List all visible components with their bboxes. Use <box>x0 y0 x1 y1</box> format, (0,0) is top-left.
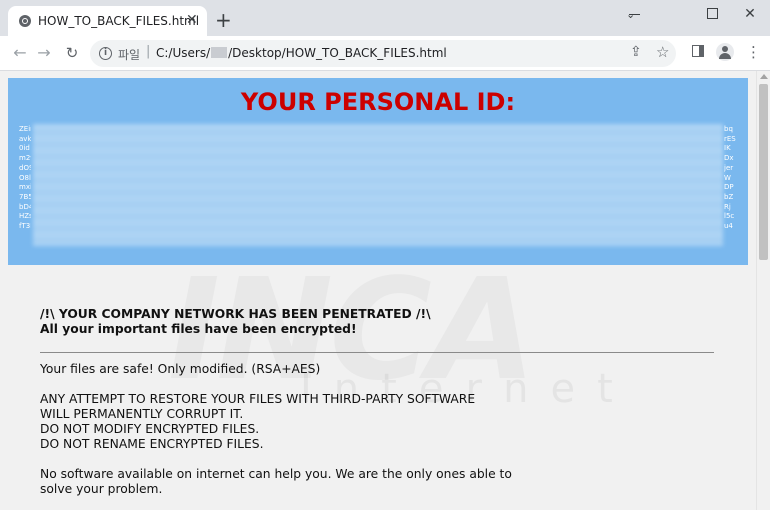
id-fragment: l5c <box>724 212 735 221</box>
blurred-id-area <box>33 124 723 246</box>
id-fragment: DP <box>724 183 734 192</box>
tab-title: HOW_TO_BACK_FILES.html <box>38 14 200 28</box>
id-fragment: mxi <box>19 183 31 192</box>
vertical-scrollbar[interactable] <box>756 71 770 510</box>
browser-tab[interactable]: HOW_TO_BACK_FILES.html ✕ <box>8 6 207 36</box>
scroll-up-arrow-icon[interactable] <box>760 74 768 79</box>
warning-line: WILL PERMANENTLY CORRUPT IT. <box>40 407 244 421</box>
tab-close-icon[interactable]: ✕ <box>186 12 198 28</box>
url-scheme-label: 파일 <box>118 48 141 62</box>
id-fragment: O8l <box>19 173 31 182</box>
ransom-note-body: /!\ YOUR COMPANY NETWORK HAS BEEN PENETR… <box>40 307 716 497</box>
no-software-line: No software available on internet can he… <box>40 467 512 481</box>
new-tab-button[interactable]: + <box>215 10 232 30</box>
id-fragment: W <box>724 173 731 182</box>
id-fragment: bq <box>724 125 733 133</box>
side-panel-icon[interactable] <box>692 45 704 57</box>
files-safe-text: Your files are safe! Only modified. (RSA… <box>40 362 321 376</box>
forward-icon[interactable]: → <box>32 41 56 65</box>
no-software-block: No software available on internet can he… <box>40 467 716 497</box>
id-fragment: avkj <box>19 134 31 143</box>
page-viewport: INCA Internet YOUR PERSONAL ID: ZEir avk… <box>0 71 756 510</box>
maximize-button[interactable] <box>697 4 727 24</box>
id-fragment: IK <box>724 144 731 153</box>
id-fragment: ZEir <box>19 125 31 133</box>
back-icon[interactable]: ← <box>8 41 32 65</box>
banner-title: YOUR PERSONAL ID: <box>240 88 516 116</box>
divider <box>40 352 714 353</box>
url-separator: | <box>146 44 151 59</box>
no-software-line: solve your problem. <box>40 482 163 496</box>
id-fragment: m2v <box>19 154 31 163</box>
headline-encrypted: All your important files have been encry… <box>40 322 357 336</box>
headline-penetrated: /!\ YOUR COMPANY NETWORK HAS BEEN PENETR… <box>40 307 431 321</box>
id-fragment: rES <box>724 134 736 143</box>
id-fragment: fT3I <box>19 222 31 231</box>
profile-icon[interactable] <box>716 43 734 61</box>
id-fragment: 0id <box>19 144 30 153</box>
url-text[interactable]: C:/Users/ /Desktop/HOW_TO_BACK_FILES.html <box>156 46 447 60</box>
title-bar: HOW_TO_BACK_FILES.html ✕ + ⌄ ✕ <box>0 0 770 36</box>
id-fragment: dOS <box>19 163 31 172</box>
id-fragment: Rj <box>724 202 731 211</box>
id-left-column: ZEir avkj 0id m2v dOS O8l mxi 7B5 bD4 HZ… <box>19 125 31 232</box>
id-fragment: Dx <box>724 154 734 163</box>
id-fragment: bD4 <box>19 202 31 211</box>
share-icon[interactable]: ⇪ <box>630 44 642 60</box>
personal-id-banner: YOUR PERSONAL ID: ZEir avkj 0id m2v dOS … <box>8 78 748 265</box>
address-bar[interactable]: i 파일 | C:/Users/ /Desktop/HOW_TO_BACK_FIL… <box>90 40 676 67</box>
browser-toolbar: ← → ↻ i 파일 | C:/Users/ /Desktop/HOW_TO_BA… <box>0 36 770 71</box>
id-fragment: 7B5 <box>19 192 31 201</box>
warning-line: DO NOT MODIFY ENCRYPTED FILES. <box>40 422 260 436</box>
redacted-username <box>211 47 228 58</box>
reload-icon[interactable]: ↻ <box>60 41 84 65</box>
star-icon[interactable]: ☆ <box>656 43 669 61</box>
id-fragment: bZ <box>724 192 734 201</box>
scrollbar-thumb[interactable] <box>759 84 768 260</box>
window-close-button[interactable]: ✕ <box>735 4 765 24</box>
warning-line: ANY ATTEMPT TO RESTORE YOUR FILES WITH T… <box>40 392 476 406</box>
url-part-users: C:/Users/ <box>156 46 211 60</box>
url-part-path: /Desktop/HOW_TO_BACK_FILES.html <box>228 46 447 60</box>
info-icon[interactable]: i <box>99 47 112 60</box>
warning-line: DO NOT RENAME ENCRYPTED FILES. <box>40 437 264 451</box>
menu-icon[interactable]: ⋮ <box>746 42 761 62</box>
id-right-column: bq rES IK Dx jer W DP bZ Rj l5c u4 <box>724 125 738 232</box>
minimize-button[interactable] <box>620 4 650 24</box>
id-fragment: jer <box>724 163 734 172</box>
id-fragment: HZs <box>19 212 31 221</box>
id-fragment: u4 <box>724 222 733 231</box>
warning-block: ANY ATTEMPT TO RESTORE YOUR FILES WITH T… <box>40 392 716 452</box>
globe-icon <box>19 15 31 27</box>
